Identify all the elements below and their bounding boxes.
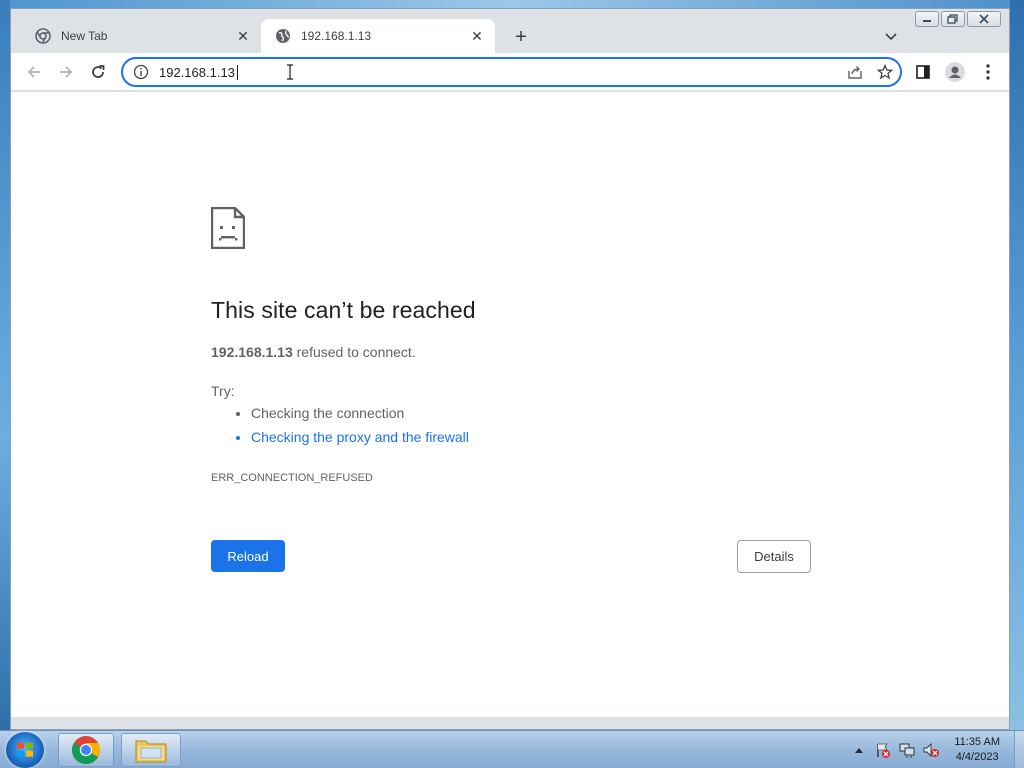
suggestion-proxy-firewall-link[interactable]: Checking the proxy and the firewall	[251, 429, 469, 445]
error-host: 192.168.1.13	[211, 344, 293, 360]
site-info-icon[interactable]	[133, 64, 149, 80]
sad-document-icon	[211, 207, 245, 249]
details-button[interactable]: Details	[737, 540, 811, 573]
system-tray: 11:35 AM 4/4/2023	[850, 731, 1024, 768]
error-code: ERR_CONNECTION_REFUSED	[211, 472, 373, 484]
tab-title: New Tab	[61, 29, 108, 43]
browser-toolbar	[11, 53, 1009, 91]
close-window-button[interactable]	[967, 11, 1001, 27]
taskbar: 11:35 AM 4/4/2023	[0, 730, 1024, 768]
folder-icon	[135, 740, 167, 763]
taskbar-explorer[interactable]	[121, 733, 181, 767]
error-message: 192.168.1.13 refused to connect.	[211, 344, 416, 360]
back-icon[interactable]	[23, 61, 45, 83]
desktop-wallpaper-left	[0, 0, 10, 730]
clock-time: 11:35 AM	[954, 736, 1000, 748]
tab-strip: New Tab ✕ 192.168.1.13 ✕ +	[11, 9, 1009, 53]
reload-icon[interactable]	[87, 61, 109, 83]
minimize-button[interactable]	[915, 11, 939, 27]
profile-avatar-icon[interactable]	[944, 61, 966, 83]
close-tab-icon[interactable]: ✕	[235, 28, 251, 44]
start-button[interactable]	[6, 732, 44, 768]
volume-muted-icon[interactable]	[922, 741, 940, 759]
text-caret	[237, 64, 238, 80]
side-panel-icon[interactable]	[912, 61, 934, 83]
menu-kebab-icon[interactable]	[977, 61, 999, 83]
chrome-logo-icon	[72, 736, 100, 764]
network-icon[interactable]	[898, 741, 916, 759]
globe-icon	[275, 28, 291, 44]
restore-button[interactable]	[941, 11, 965, 27]
system-clock[interactable]: 11:35 AM 4/4/2023	[954, 735, 1000, 765]
windows-logo-icon	[17, 742, 33, 757]
share-icon[interactable]	[846, 63, 864, 81]
tab-title: 192.168.1.13	[301, 29, 372, 43]
suggestion-check-connection: Checking the connection	[251, 405, 469, 421]
reload-button[interactable]: Reload	[211, 540, 285, 572]
close-tab-icon[interactable]: ✕	[469, 28, 485, 44]
tab-active-site[interactable]: 192.168.1.13 ✕	[261, 19, 495, 53]
url-input[interactable]	[159, 64, 239, 80]
action-center-flag-icon[interactable]	[874, 741, 892, 759]
clock-date: 4/4/2023	[955, 751, 999, 763]
taskbar-chrome[interactable]	[58, 733, 114, 767]
error-message-suffix: refused to connect.	[292, 344, 416, 360]
show-desktop-button[interactable]	[1014, 731, 1024, 768]
show-hidden-icons-chevron-icon[interactable]	[850, 741, 868, 759]
suggestion-list: Checking the connection Checking the pro…	[233, 405, 469, 453]
browser-window: New Tab ✕ 192.168.1.13 ✕ + 192.168.1.13 …	[10, 8, 1010, 730]
mouse-ibeam-cursor-icon	[287, 64, 293, 80]
forward-icon[interactable]	[55, 61, 77, 83]
window-controls	[915, 11, 1001, 27]
tab-search-chevron-icon[interactable]	[881, 27, 901, 47]
page-content: This site can’t be reached 192.168.1.13 …	[11, 92, 1009, 717]
tab-new-tab[interactable]: New Tab ✕	[21, 19, 261, 53]
chrome-logo-icon	[35, 28, 51, 44]
try-label: Try:	[211, 383, 235, 399]
new-tab-button[interactable]: +	[509, 26, 533, 48]
address-bar[interactable]	[121, 57, 902, 87]
error-title: This site can’t be reached	[211, 297, 476, 323]
desktop-wallpaper-right	[1010, 0, 1024, 730]
bookmark-star-icon[interactable]	[876, 63, 894, 81]
